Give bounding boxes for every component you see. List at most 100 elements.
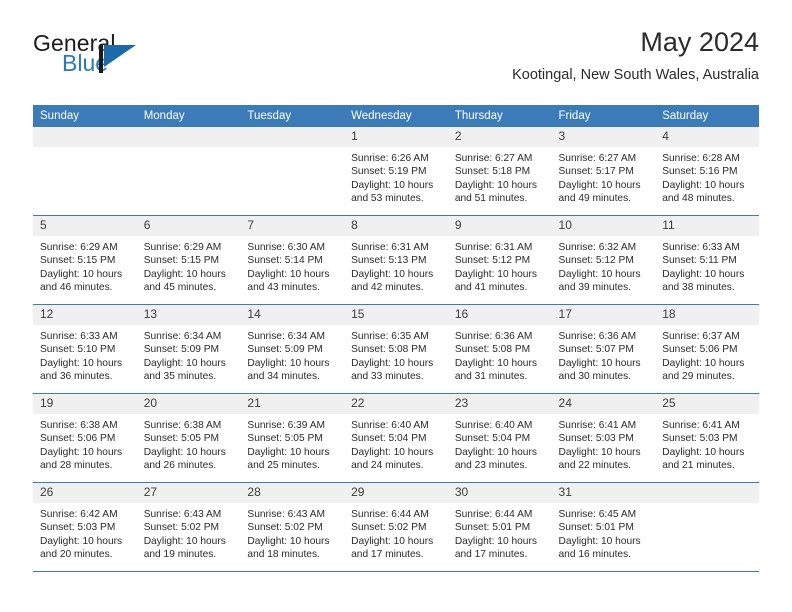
sunrise-text: Sunrise: 6:40 AM xyxy=(351,420,429,431)
page-title: May 2024 xyxy=(640,27,759,57)
calendar-day-cell[interactable]: 21 Sunrise: 6:39 AM Sunset: 5:05 PM Dayligh… xyxy=(240,393,345,483)
day-cell-inner: 15 Sunrise: 6:35 AM Sunset: 5:08 PM Dayligh… xyxy=(344,305,448,393)
calendar-day-cell[interactable]: 9 Sunrise: 6:31 AM Sunset: 5:12 PM Daylight… xyxy=(447,215,552,305)
day-number: 22 xyxy=(344,394,448,414)
day-sun-info: Sunrise: 6:28 AM Sunset: 5:16 PM Daylight:… xyxy=(655,147,759,206)
daylight-text-line1: Daylight: 10 hours xyxy=(40,446,123,458)
day-cell-inner: 13 Sunrise: 6:34 AM Sunset: 5:09 PM Dayligh… xyxy=(136,305,241,393)
daylight-text-line2: and 49 minutes. xyxy=(558,193,632,205)
daylight-text-line2: and 23 minutes. xyxy=(454,460,528,472)
day-cell-inner: 6 Sunrise: 6:29 AM Sunset: 5:15 PM Daylight… xyxy=(136,216,241,304)
calendar-day-cell[interactable]: 31 Sunrise: 6:45 AM Sunset: 5:01 PM Dayligh… xyxy=(551,482,656,572)
calendar-week-row: 19 Sunrise: 6:38 AM Sunset: 5:06 PM Dayligh… xyxy=(33,393,759,483)
calendar-day-cell[interactable]: 26 Sunrise: 6:42 AM Sunset: 5:03 PM Dayligh… xyxy=(33,482,137,572)
calendar-day-cell[interactable]: 4 Sunrise: 6:28 AM Sunset: 5:16 PM Daylight… xyxy=(655,127,759,216)
daylight-text-line1: Daylight: 10 hours xyxy=(247,446,330,458)
daylight-text-line1: Daylight: 10 hours xyxy=(247,357,330,369)
day-number xyxy=(136,127,241,147)
calendar-day-cell[interactable]: 7 Sunrise: 6:30 AM Sunset: 5:14 PM Daylight… xyxy=(240,215,345,305)
calendar-day-cell[interactable]: 17 Sunrise: 6:36 AM Sunset: 5:07 PM Dayligh… xyxy=(551,304,656,394)
sunrise-text: Sunrise: 6:43 AM xyxy=(247,509,325,520)
sunset-text: Sunset: 5:04 PM xyxy=(351,433,427,445)
calendar-day-cell[interactable]: 28 Sunrise: 6:43 AM Sunset: 5:02 PM Dayligh… xyxy=(240,482,345,572)
day-sun-info: Sunrise: 6:29 AM Sunset: 5:15 PM Daylight:… xyxy=(137,236,241,295)
calendar-day-cell[interactable]: 27 Sunrise: 6:43 AM Sunset: 5:02 PM Dayligh… xyxy=(136,482,241,572)
sunset-text: Sunset: 5:10 PM xyxy=(40,344,116,356)
day-sun-info: Sunrise: 6:34 AM Sunset: 5:09 PM Daylight:… xyxy=(240,325,344,384)
calendar-day-cell[interactable]: 20 Sunrise: 6:38 AM Sunset: 5:05 PM Dayligh… xyxy=(136,393,241,483)
daylight-text-line1: Daylight: 10 hours xyxy=(247,535,330,547)
day-cell-inner: 12 Sunrise: 6:33 AM Sunset: 5:10 PM Dayligh… xyxy=(33,305,137,393)
calendar-day-cell[interactable]: 13 Sunrise: 6:34 AM Sunset: 5:09 PM Dayligh… xyxy=(136,304,241,394)
day-number xyxy=(240,127,345,147)
calendar-day-cell[interactable]: 14 Sunrise: 6:34 AM Sunset: 5:09 PM Dayligh… xyxy=(240,304,345,394)
sunrise-text: Sunrise: 6:29 AM xyxy=(143,242,222,253)
calendar-day-cell[interactable]: 29 Sunrise: 6:44 AM Sunset: 5:02 PM Dayligh… xyxy=(344,482,448,572)
day-sun-info: Sunrise: 6:41 AM Sunset: 5:03 PM Daylight:… xyxy=(552,414,656,473)
daylight-text-line2: and 36 minutes. xyxy=(40,371,113,383)
calendar-day-cell[interactable]: 22 Sunrise: 6:40 AM Sunset: 5:04 PM Dayligh… xyxy=(344,393,448,483)
day-sun-info: Sunrise: 6:29 AM Sunset: 5:15 PM Daylight:… xyxy=(33,236,137,295)
sunset-text: Sunset: 5:17 PM xyxy=(558,166,634,178)
calendar-day-cell[interactable]: 10 Sunrise: 6:32 AM Sunset: 5:12 PM Dayligh… xyxy=(551,215,656,305)
sunset-text: Sunset: 5:01 PM xyxy=(454,522,531,534)
sunrise-text: Sunrise: 6:37 AM xyxy=(662,331,740,342)
sunset-text: Sunset: 5:08 PM xyxy=(454,344,531,356)
daylight-text-line1: Daylight: 10 hours xyxy=(143,268,226,280)
day-cell-inner: 2 Sunrise: 6:27 AM Sunset: 5:18 PM Daylight… xyxy=(447,127,552,215)
calendar-day-cell[interactable]: 23 Sunrise: 6:40 AM Sunset: 5:04 PM Dayligh… xyxy=(447,393,552,483)
sunrise-text: Sunrise: 6:36 AM xyxy=(454,331,533,342)
daylight-text-line1: Daylight: 10 hours xyxy=(558,535,641,547)
calendar-day-cell[interactable]: 2 Sunrise: 6:27 AM Sunset: 5:18 PM Daylight… xyxy=(447,127,552,216)
calendar-day-cell[interactable]: 24 Sunrise: 6:41 AM Sunset: 5:03 PM Dayligh… xyxy=(551,393,656,483)
calendar-day-cell[interactable]: 8 Sunrise: 6:31 AM Sunset: 5:13 PM Daylight… xyxy=(344,215,448,305)
sunrise-text: Sunrise: 6:38 AM xyxy=(40,420,118,431)
daylight-text-line1: Daylight: 10 hours xyxy=(558,446,641,458)
day-number: 16 xyxy=(447,305,552,325)
daylight-text-line1: Daylight: 10 hours xyxy=(454,446,537,458)
calendar-cell-empty xyxy=(33,127,137,216)
calendar-day-cell[interactable]: 12 Sunrise: 6:33 AM Sunset: 5:10 PM Dayligh… xyxy=(33,304,137,394)
calendar-day-cell[interactable]: 1 Sunrise: 6:26 AM Sunset: 5:19 PM Daylight… xyxy=(344,127,448,216)
day-cell-inner: 1 Sunrise: 6:26 AM Sunset: 5:19 PM Daylight… xyxy=(344,127,448,215)
calendar-day-cell[interactable]: 5 Sunrise: 6:29 AM Sunset: 5:15 PM Daylight… xyxy=(33,215,137,305)
day-cell-inner: 17 Sunrise: 6:36 AM Sunset: 5:07 PM Dayligh… xyxy=(551,305,656,393)
daylight-text-line1: Daylight: 10 hours xyxy=(454,179,537,191)
day-cell-inner xyxy=(240,127,345,215)
calendar-day-cell[interactable]: 3 Sunrise: 6:27 AM Sunset: 5:17 PM Daylight… xyxy=(551,127,656,216)
sunrise-text: Sunrise: 6:33 AM xyxy=(40,331,118,342)
day-number: 4 xyxy=(655,127,759,147)
calendar-day-cell[interactable]: 30 Sunrise: 6:44 AM Sunset: 5:01 PM Dayligh… xyxy=(447,482,552,572)
calendar-day-cell[interactable]: 16 Sunrise: 6:36 AM Sunset: 5:08 PM Dayligh… xyxy=(447,304,552,394)
weekday-header-monday: Monday xyxy=(136,105,241,127)
day-sun-info: Sunrise: 6:40 AM Sunset: 5:04 PM Daylight:… xyxy=(344,414,448,473)
sunset-text: Sunset: 5:18 PM xyxy=(454,166,531,178)
calendar-day-cell[interactable]: 11 Sunrise: 6:33 AM Sunset: 5:11 PM Dayligh… xyxy=(655,215,759,305)
calendar-day-cell[interactable]: 18 Sunrise: 6:37 AM Sunset: 5:06 PM Dayligh… xyxy=(655,304,759,394)
day-cell-inner: 23 Sunrise: 6:40 AM Sunset: 5:04 PM Dayligh… xyxy=(447,394,552,482)
day-sun-info: Sunrise: 6:36 AM Sunset: 5:07 PM Daylight:… xyxy=(552,325,656,384)
calendar-day-cell[interactable]: 19 Sunrise: 6:38 AM Sunset: 5:06 PM Dayligh… xyxy=(33,393,137,483)
daylight-text-line2: and 38 minutes. xyxy=(662,282,735,294)
calendar-week-row: 26 Sunrise: 6:42 AM Sunset: 5:03 PM Dayligh… xyxy=(33,482,759,572)
sunrise-text: Sunrise: 6:32 AM xyxy=(558,242,637,253)
day-number: 30 xyxy=(447,483,552,503)
calendar-day-cell[interactable]: 15 Sunrise: 6:35 AM Sunset: 5:08 PM Dayligh… xyxy=(344,304,448,394)
weekday-header-thursday: Thursday xyxy=(447,105,552,127)
calendar-day-cell[interactable]: 25 Sunrise: 6:41 AM Sunset: 5:03 PM Dayligh… xyxy=(655,393,759,483)
daylight-text-line2: and 17 minutes. xyxy=(454,549,528,561)
sunrise-text: Sunrise: 6:43 AM xyxy=(143,509,222,520)
daylight-text-line1: Daylight: 10 hours xyxy=(662,268,745,280)
day-sun-info: Sunrise: 6:35 AM Sunset: 5:08 PM Daylight:… xyxy=(344,325,448,384)
daylight-text-line2: and 51 minutes. xyxy=(454,193,528,205)
masthead: General Blue May 2024 Kootingal, New Sou… xyxy=(33,26,759,98)
day-number: 20 xyxy=(136,394,241,414)
daylight-text-line2: and 41 minutes. xyxy=(454,282,528,294)
day-number: 19 xyxy=(33,394,137,414)
day-number: 25 xyxy=(655,394,759,414)
day-number: 17 xyxy=(551,305,656,325)
sunrise-text: Sunrise: 6:42 AM xyxy=(40,509,118,520)
calendar-day-cell[interactable]: 6 Sunrise: 6:29 AM Sunset: 5:15 PM Daylight… xyxy=(136,215,241,305)
day-number: 29 xyxy=(344,483,448,503)
calendar-cell-empty xyxy=(655,482,759,572)
